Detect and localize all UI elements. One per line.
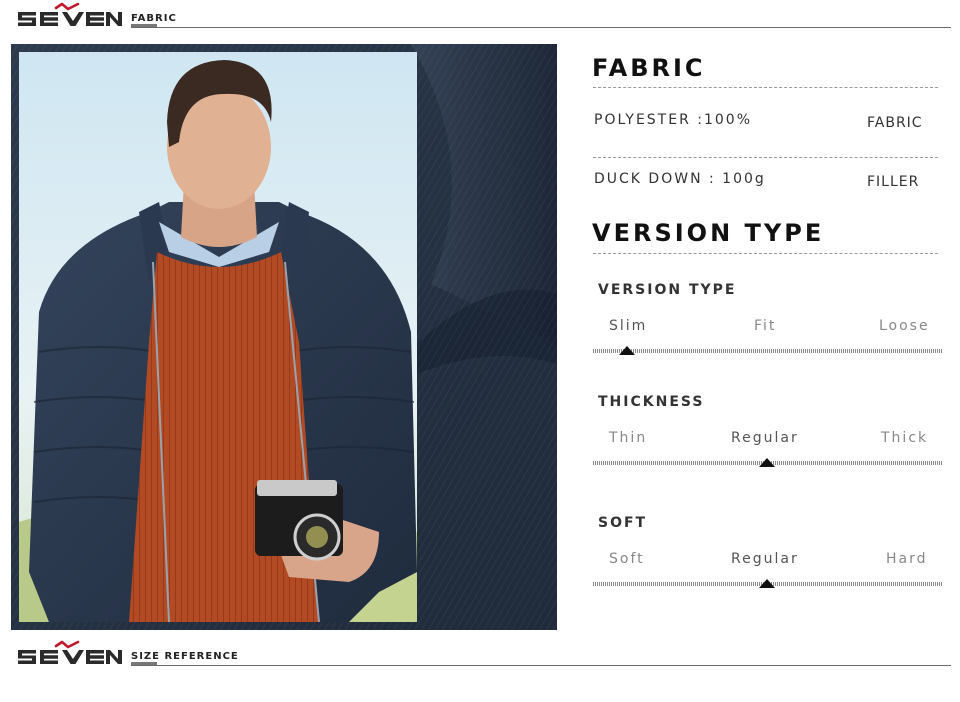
attr-thickness-option-thin: Thin	[609, 430, 648, 446]
attr-thickness-marker	[759, 458, 775, 467]
attr-soft-option-soft: Soft	[609, 551, 645, 567]
attr-thickness-option-thick: Thick	[881, 430, 929, 446]
fabric-value: POLYESTER :100%	[594, 112, 753, 128]
model-photo	[19, 52, 417, 622]
section-label-fabric: FABRIC	[131, 13, 177, 24]
attr-version-type-scale	[593, 349, 943, 353]
attr-version-type-marker	[619, 346, 635, 355]
attr-version-type-option-loose: Loose	[879, 318, 930, 334]
filler-value: DUCK DOWN : 100g	[594, 171, 766, 187]
attr-thickness-title: THICKNESS	[598, 394, 705, 410]
attr-soft-option-hard: Hard	[886, 551, 928, 567]
brand-logo	[18, 2, 122, 26]
version-heading-divider	[593, 253, 938, 254]
version-type-heading: VERSION TYPE	[592, 219, 825, 247]
header-divider	[131, 27, 951, 28]
fabric-row-divider	[593, 157, 938, 158]
fabric-label: FABRIC	[867, 115, 923, 131]
attr-soft-option-regular: Regular	[731, 551, 799, 567]
attr-soft-marker	[759, 579, 775, 588]
attr-version-type-option-slim: Slim	[609, 318, 648, 334]
filler-label: FILLER	[867, 174, 920, 190]
fabric-heading: FABRIC	[592, 54, 706, 82]
fabric-heading-divider	[593, 87, 938, 88]
attr-thickness-option-regular: Regular	[731, 430, 799, 446]
brand-logo-footer	[18, 640, 122, 664]
attr-version-type-title: VERSION TYPE	[598, 282, 737, 298]
attr-version-type-option-fit: Fit	[754, 318, 777, 334]
attr-soft-title: SOFT	[598, 515, 648, 531]
section-label-size-reference: SIZE REFERENCE	[131, 651, 239, 662]
footer-divider	[131, 665, 951, 666]
